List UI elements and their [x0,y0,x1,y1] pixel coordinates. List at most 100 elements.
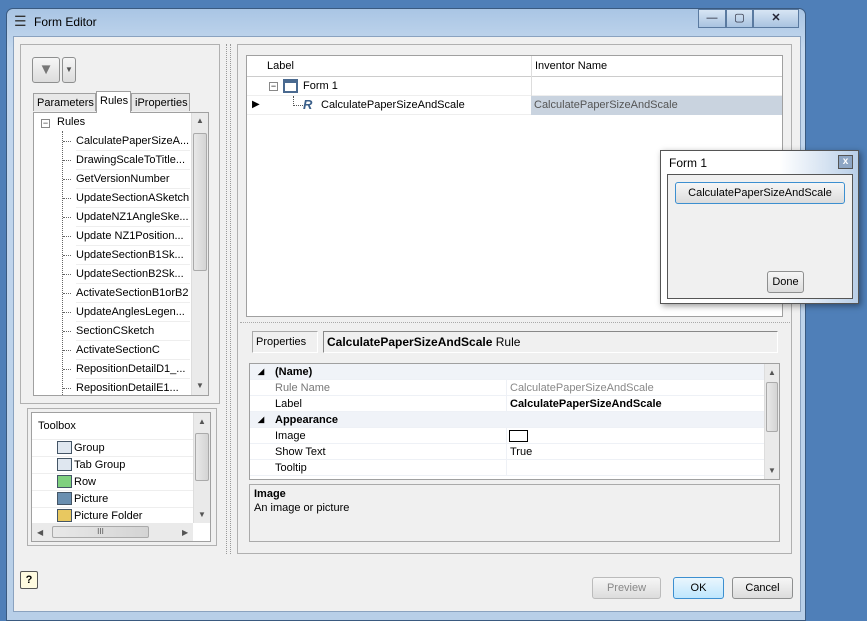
maximize-button[interactable]: ▢ [726,9,753,28]
rule-item[interactable]: UpdateSectionB1Sk... [76,246,190,265]
tab-iproperties[interactable]: iProperties [131,93,190,111]
property-row[interactable]: Rule Name CalculatePaperSizeAndScale [250,380,764,396]
expand-triangle-icon[interactable]: ◢ [258,412,264,428]
toolbox-item[interactable]: Picture Folder [32,507,193,524]
tree-row-form[interactable]: − Form 1 [247,77,782,96]
tree-line [63,217,71,218]
toolbox-item[interactable]: Tab Group [32,456,193,473]
rules-scrollbar[interactable]: ▲ ▼ [191,113,208,395]
tab-rules[interactable]: Rules [96,91,131,113]
toolbox-item-label: Row [74,476,97,488]
tab-parameters[interactable]: Parameters [33,93,96,111]
cancel-button[interactable]: Cancel [732,577,793,599]
expand-triangle-icon[interactable]: ◢ [258,364,264,380]
toolbox-item[interactable]: Row [32,473,193,490]
scroll-up-icon[interactable]: ▲ [768,368,776,377]
close-button[interactable]: ✕ [753,9,799,28]
rule-item[interactable]: RepositionDetailE1... [76,379,190,395]
property-grid: ◢ (Name) Rule Name CalculatePaperSizeAndSca… [249,363,780,480]
scroll-thumb[interactable] [195,433,209,481]
rule-item[interactable]: ActivateSectionB1orB2 [76,284,190,303]
rule-icon: R [303,97,313,112]
divider [506,444,507,460]
property-value[interactable]: CalculatePaperSizeAndScale [510,380,654,396]
rule-label: CalculatePaperSizeAndScale [321,99,465,111]
scroll-up-icon[interactable]: ▲ [196,116,204,125]
rule-item[interactable]: ActivateSectionC [76,341,190,360]
rule-item[interactable]: GetVersionNumber [76,170,190,189]
preview-button[interactable]: Preview [592,577,661,599]
help-button[interactable]: ? [20,571,38,589]
selection-type: Rule [492,335,521,349]
window-title: Form Editor [34,15,97,29]
divider [531,77,532,96]
property-value[interactable]: True [510,444,532,460]
toolbox-item[interactable]: Picture [32,490,193,507]
tree-line [63,293,71,294]
property-row[interactable]: Tooltip [250,460,764,476]
done-button[interactable]: Done [767,271,804,293]
tree-line [62,131,63,395]
toolbox-hscrollbar[interactable]: ◀ III ▶ [32,523,193,541]
rule-item[interactable]: UpdateNZ1AngleSke... [76,208,190,227]
scroll-thumb[interactable]: III [52,526,149,538]
divider [506,428,507,444]
scroll-down-icon[interactable]: ▼ [768,466,776,475]
scroll-right-icon[interactable]: ▶ [182,528,188,537]
toolbox-item[interactable]: Group [32,439,193,456]
rule-item[interactable]: UpdateSectionB2Sk... [76,265,190,284]
grid-header: Label Inventor Name [247,56,782,77]
form-label: Form 1 [303,80,338,92]
property-value[interactable]: CalculatePaperSizeAndScale [510,396,662,412]
property-category[interactable]: ◢ (Name) [250,364,764,380]
rule-item[interactable]: DrawingScaleToTitle... [76,151,190,170]
tree-line [63,388,71,389]
filter-button[interactable]: ▼ [32,57,60,83]
toolbox-vscrollbar[interactable]: ▲ ▼ [193,413,210,523]
ok-button[interactable]: OK [673,577,724,599]
rule-item[interactable]: SectionCSketch [76,322,190,341]
property-name: Appearance [275,414,338,426]
tree-line [63,331,71,332]
scroll-thumb[interactable] [766,382,778,432]
rule-item[interactable]: Update NZ1Position... [76,227,190,246]
scroll-down-icon[interactable]: ▼ [198,510,206,519]
calculate-paper-size-button[interactable]: CalculatePaperSizeAndScale [675,182,845,204]
description-text: An image or picture [254,502,350,514]
property-scrollbar[interactable]: ▲ ▼ [764,364,779,479]
column-header-label[interactable]: Label [267,60,294,72]
property-row[interactable]: Show Text True [250,444,764,460]
preview-title: Form 1 [669,156,708,170]
tree-line [63,274,71,275]
collapse-icon[interactable]: − [41,119,50,128]
description-title: Image [254,488,286,500]
property-name: Show Text [275,446,326,458]
image-swatch[interactable] [509,430,528,442]
property-name: Tooltip [275,462,307,474]
minimize-button[interactable]: — [698,9,726,28]
scroll-up-icon[interactable]: ▲ [198,417,206,426]
horizontal-splitter[interactable] [240,322,790,323]
divider [506,460,507,476]
tree-root-rules[interactable]: Rules [57,116,85,128]
group-icon [57,441,72,454]
scroll-down-icon[interactable]: ▼ [196,381,204,390]
property-row[interactable]: Image [250,428,764,444]
splitter[interactable] [226,44,231,554]
rule-item[interactable]: UpdateAnglesLegen... [76,303,190,322]
collapse-icon[interactable]: − [269,82,278,91]
selection-name: CalculatePaperSizeAndScale [327,335,493,349]
form-editor-icon: ☰ [14,13,27,29]
column-header-inventor-name[interactable]: Inventor Name [531,56,610,77]
filter-dropdown-button[interactable]: ▼ [62,57,76,83]
scroll-thumb[interactable] [193,133,207,271]
inventor-name-cell[interactable]: CalculatePaperSizeAndScale [531,96,782,115]
preview-close-button[interactable]: x [838,155,853,169]
property-row[interactable]: Label CalculatePaperSizeAndScale [250,396,764,412]
property-category[interactable]: ◢ Appearance [250,412,764,428]
rule-item[interactable]: UpdateSectionASketch [76,189,190,208]
rule-item[interactable]: RepositionDetailD1_... [76,360,190,379]
tree-row-rule[interactable]: ▶ R CalculatePaperSizeAndScale Calculate… [247,96,782,115]
scroll-left-icon[interactable]: ◀ [37,528,43,537]
rule-item[interactable]: CalculatePaperSizeA... [76,132,190,151]
